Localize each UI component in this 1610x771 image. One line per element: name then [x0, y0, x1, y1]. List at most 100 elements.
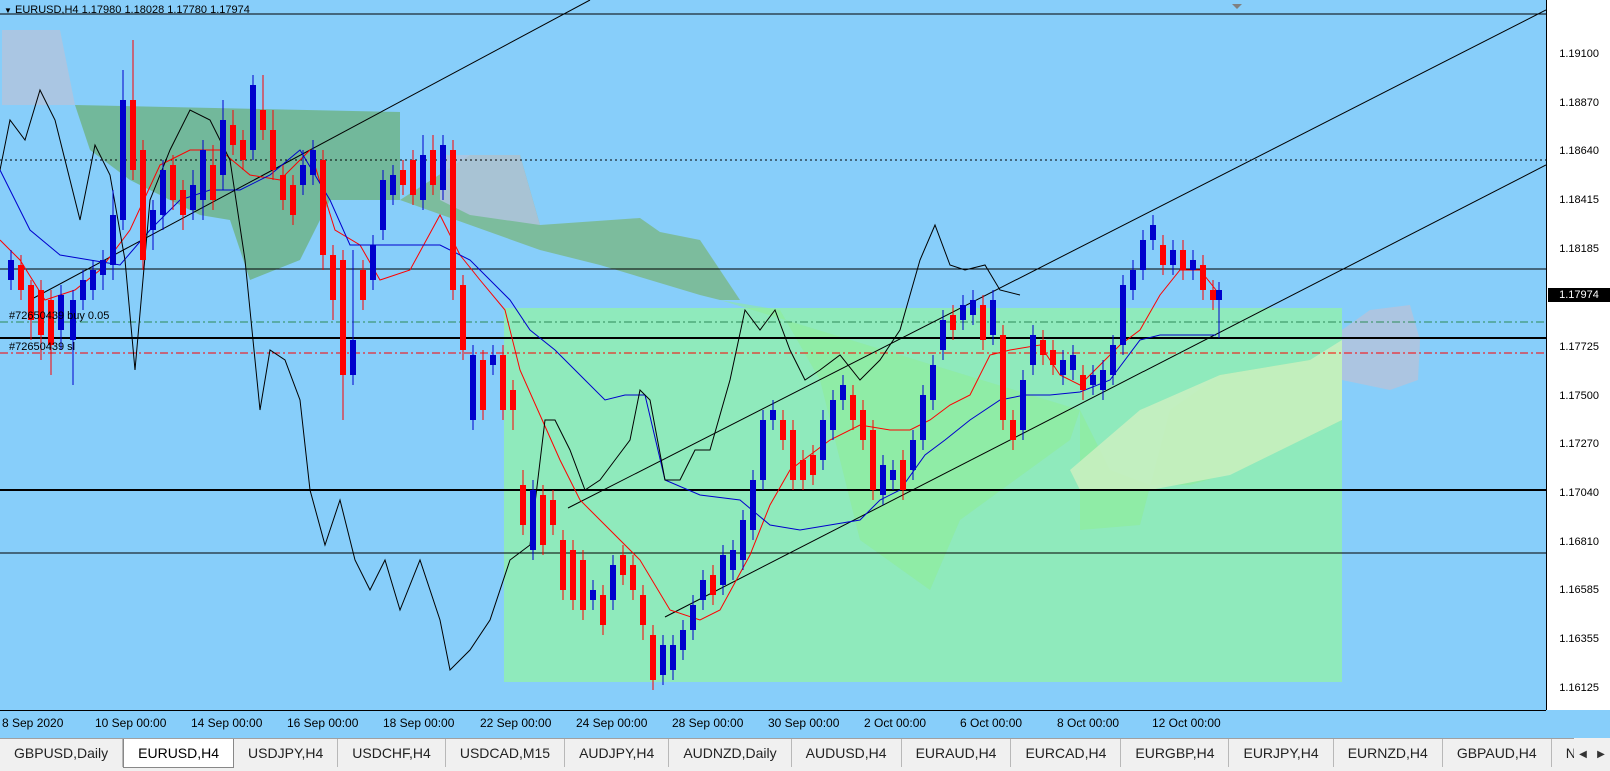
order-sl-label: #72650439 sl: [9, 341, 76, 353]
tab-audnzd-daily[interactable]: AUDNZD,Daily: [669, 739, 792, 767]
candle-body: [1070, 355, 1076, 370]
candle-body: [960, 305, 966, 320]
candle-body: [680, 630, 686, 650]
candle-body: [1150, 225, 1156, 240]
price-tick: 1.19100: [1559, 48, 1599, 60]
candle-body: [990, 300, 996, 335]
collapse-arrow-icon[interactable]: ▼: [4, 6, 12, 15]
candle-body: [940, 320, 946, 350]
order-buy-label: #72650439 buy 0.05: [9, 310, 110, 322]
tab-eurjpy-h4[interactable]: EURJPY,H4: [1229, 739, 1334, 767]
candle-body: [760, 420, 766, 480]
ohlc-label: 1.17980 1.18028 1.17780 1.17974: [81, 4, 250, 16]
tab-euraud-h4[interactable]: EURAUD,H4: [902, 739, 1012, 767]
candle-body: [1140, 240, 1146, 270]
candle-body: [160, 170, 166, 215]
tab-usdcad-m15[interactable]: USDCAD,M15: [446, 739, 566, 767]
candle-body: [1080, 375, 1086, 390]
candle-body: [750, 480, 756, 530]
candle-body: [18, 265, 24, 290]
time-tick: 12 Oct 00:00: [1152, 716, 1221, 730]
candle-body: [920, 395, 926, 440]
time-tick: 8 Oct 00:00: [1057, 716, 1120, 730]
candle-body: [900, 460, 906, 490]
candle-body: [700, 580, 706, 600]
time-tick: 10 Sep 00:00: [95, 716, 167, 730]
candle-body: [320, 160, 326, 255]
candle-body: [360, 270, 366, 300]
tab-audusd-h4[interactable]: AUDUSD,H4: [792, 739, 902, 767]
candle-body: [490, 355, 496, 365]
candle-body: [300, 165, 306, 185]
candle-body: [660, 645, 666, 675]
chart-window[interactable]: ▼ EURUSD,H4 1.17980 1.18028 1.17780 1.17…: [0, 0, 1610, 738]
candle-body: [280, 175, 286, 200]
candle-body: [720, 555, 726, 585]
candle-body: [100, 260, 106, 275]
candle-body: [400, 170, 406, 185]
candle-body: [1120, 285, 1126, 345]
tab-eurusd-h4[interactable]: EURUSD,H4: [123, 739, 235, 768]
candle-body: [950, 315, 956, 330]
time-tick: 22 Sep 00:00: [480, 716, 552, 730]
price-tick: 1.18640: [1559, 145, 1599, 157]
price-tick: 1.16810: [1559, 536, 1599, 548]
candle-body: [110, 215, 116, 265]
candle-body: [810, 455, 816, 475]
price-chart[interactable]: [0, 0, 1546, 710]
candle-body: [120, 100, 126, 220]
tab-eurcad-h4[interactable]: EURCAD,H4: [1011, 739, 1122, 767]
candle-body: [770, 410, 776, 420]
candle-body: [250, 85, 256, 150]
candle-body: [410, 160, 416, 195]
candle-body: [710, 575, 716, 595]
candle-body: [380, 180, 386, 230]
candle-body: [1030, 335, 1036, 365]
candle-body: [340, 260, 346, 375]
candle-body: [930, 365, 936, 400]
tab-audjpy-h4[interactable]: AUDJPY,H4: [565, 739, 670, 767]
candle-body: [800, 460, 806, 480]
candle-body: [1050, 350, 1056, 365]
candle-body: [1160, 245, 1166, 265]
candle-body: [600, 595, 606, 625]
candle-body: [540, 495, 546, 545]
tab-gbpusd-daily[interactable]: GBPUSD,Daily: [0, 739, 124, 767]
candle-body: [480, 360, 486, 410]
candle-body: [580, 560, 586, 610]
candle-body: [980, 305, 986, 340]
time-axis[interactable]: 8 Sep 2020 10 Sep 00:00 14 Sep 00:00 16 …: [0, 710, 1546, 738]
candle-body: [860, 410, 866, 440]
candle-body: [790, 430, 796, 480]
candle-body: [1020, 380, 1026, 430]
tab-gbpaud-h4[interactable]: GBPAUD,H4: [1443, 739, 1552, 767]
candle-body: [640, 595, 646, 625]
shift-marker[interactable]: [1232, 4, 1242, 9]
candle-body: [570, 550, 576, 600]
time-tick: 30 Sep 00:00: [768, 716, 840, 730]
price-tick: 1.17040: [1559, 487, 1599, 499]
time-tick: 18 Sep 00:00: [383, 716, 455, 730]
tab-usdchf-h4[interactable]: USDCHF,H4: [338, 739, 446, 767]
price-axis[interactable]: 1.19100 1.18870 1.18640 1.18415 1.18185 …: [1546, 0, 1610, 710]
scroll-left-icon[interactable]: ◀: [1574, 744, 1592, 764]
symbol-tab-bar: GBPUSD,Daily EURUSD,H4 USDJPY,H4 USDCHF,…: [0, 738, 1610, 771]
candle-body: [590, 590, 596, 600]
candle-body: [220, 120, 226, 175]
scroll-right-icon[interactable]: ▶: [1592, 744, 1610, 764]
time-tick: 14 Sep 00:00: [191, 716, 263, 730]
candle-body: [180, 190, 186, 215]
candle-body: [610, 565, 616, 600]
candle-body: [350, 340, 356, 375]
candle-body: [460, 285, 466, 350]
tab-eurgbp-h4[interactable]: EURGBP,H4: [1121, 739, 1230, 767]
price-tick: 1.17270: [1559, 438, 1599, 450]
kumo-cloud-6: [1342, 305, 1420, 390]
candle-body: [140, 150, 146, 260]
candle-body: [880, 465, 886, 495]
tab-eurnzd-h4[interactable]: EURNZD,H4: [1334, 739, 1443, 767]
candle-body: [500, 355, 506, 410]
tab-usdjpy-h4[interactable]: USDJPY,H4: [234, 739, 339, 767]
candle-body: [440, 145, 446, 190]
candle-body: [820, 420, 826, 460]
